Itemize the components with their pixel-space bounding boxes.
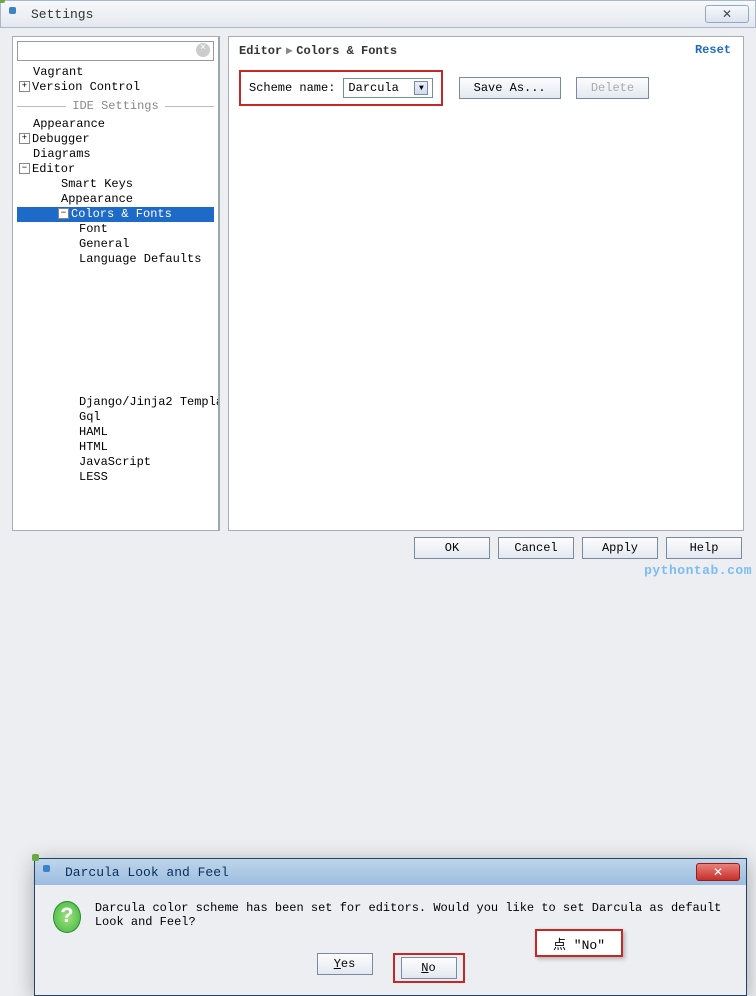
dialog-text: Darcula color scheme has been set for ed… — [95, 901, 728, 929]
watermark: pythontab.com — [644, 563, 752, 578]
chevron-down-icon: ▼ — [414, 81, 428, 95]
tree-item-gql[interactable]: Gql — [17, 410, 214, 425]
help-button[interactable]: Help — [666, 537, 742, 559]
tree-item-debugger[interactable]: +Debugger — [17, 132, 214, 147]
window-title: Settings — [31, 7, 705, 22]
delete-button: Delete — [576, 77, 649, 99]
tree-item-vagrant[interactable]: Vagrant — [17, 65, 214, 80]
breadcrumb-colors-fonts: Colors & Fonts — [296, 44, 397, 58]
scheme-selected-value: Darcula — [348, 81, 398, 95]
chevron-right-icon: ▸ — [286, 43, 292, 58]
breadcrumb: Editor ▸ Colors & Fonts — [239, 43, 733, 58]
collapse-icon[interactable]: − — [19, 163, 30, 174]
question-icon: ? — [53, 901, 81, 933]
yes-button[interactable]: Yes — [317, 953, 373, 975]
window-close-button[interactable]: ✕ — [705, 5, 749, 23]
tree-item-language-defaults[interactable]: Language Defaults — [17, 252, 214, 267]
ide-settings-divider: IDE Settings — [17, 99, 214, 113]
tree-item-general[interactable]: General — [17, 237, 214, 252]
darcula-dialog: Darcula Look and Feel ✕ ? Darcula color … — [34, 858, 747, 996]
dialog-close-button[interactable]: ✕ — [696, 863, 740, 881]
no-button-highlight: No — [393, 953, 465, 983]
tree-item-haml[interactable]: HAML — [17, 425, 214, 440]
expand-icon[interactable]: + — [19, 133, 30, 144]
collapse-icon[interactable]: − — [58, 208, 69, 219]
tree-item-version-control[interactable]: +Version Control — [17, 80, 214, 95]
dialog-title: Darcula Look and Feel — [65, 865, 696, 880]
pycharm-icon — [7, 5, 25, 23]
cancel-button[interactable]: Cancel — [498, 537, 574, 559]
tree-item-diagrams[interactable]: Diagrams — [17, 147, 214, 162]
tree-item-javascript[interactable]: JavaScript — [17, 455, 214, 470]
pycharm-icon — [41, 863, 59, 881]
ok-button[interactable]: OK — [414, 537, 490, 559]
annotation-click-no: 点 "No" — [535, 929, 623, 957]
tree-item-less[interactable]: LESS — [17, 470, 214, 485]
dialog-titlebar: Darcula Look and Feel ✕ — [35, 859, 746, 885]
settings-search-input[interactable] — [17, 41, 214, 61]
clear-search-icon[interactable]: × — [196, 43, 210, 57]
tree-item-appearance[interactable]: Appearance — [17, 117, 214, 132]
tree-item-editor-appearance[interactable]: Appearance — [17, 192, 214, 207]
tree-item-colors-fonts[interactable]: −Colors & Fonts — [17, 207, 214, 222]
dialog-footer: OK Cancel Apply Help — [0, 531, 756, 565]
settings-tree: × Vagrant +Version Control IDE Settings … — [12, 36, 220, 531]
tree-item-editor[interactable]: −Editor — [17, 162, 214, 177]
scheme-row-highlight: Scheme name: Darcula ▼ — [239, 70, 443, 106]
no-button[interactable]: No — [401, 957, 457, 979]
scheme-name-label: Scheme name: — [249, 81, 335, 95]
tree-item-django[interactable]: Django/Jinja2 Template — [17, 395, 214, 410]
breadcrumb-editor: Editor — [239, 44, 282, 58]
expand-icon[interactable]: + — [19, 81, 30, 92]
tree-item-font[interactable]: Font — [17, 222, 214, 237]
tree-item-html[interactable]: HTML — [17, 440, 214, 455]
tree-item-smart-keys[interactable]: Smart Keys — [17, 177, 214, 192]
scheme-name-select[interactable]: Darcula ▼ — [343, 78, 433, 98]
reset-link[interactable]: Reset — [695, 43, 731, 57]
save-as-button[interactable]: Save As... — [459, 77, 561, 99]
apply-button[interactable]: Apply — [582, 537, 658, 559]
settings-titlebar: Settings ✕ — [0, 0, 756, 28]
settings-content: Editor ▸ Colors & Fonts Reset Scheme nam… — [228, 36, 744, 531]
